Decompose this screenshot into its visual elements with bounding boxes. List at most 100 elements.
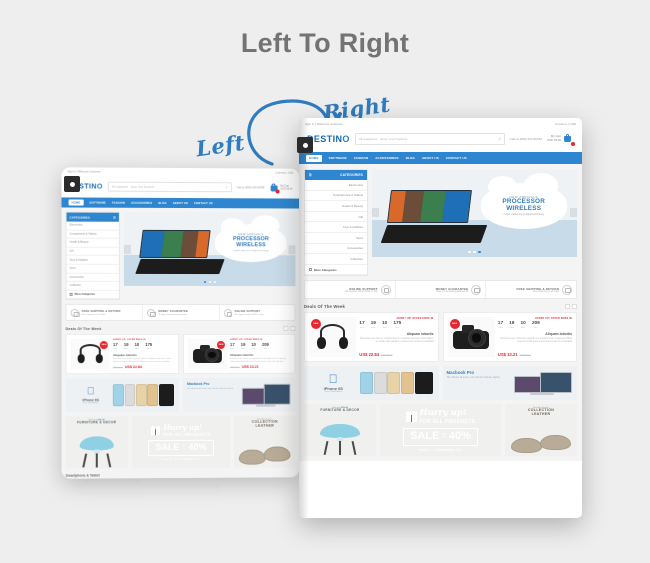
category-item[interactable]: Gift: [67, 247, 119, 256]
promo-macbook[interactable]: Macbook Pro The ultimate all-in-one, now…: [443, 366, 578, 400]
leather-line-2: LEATHER: [234, 425, 295, 429]
right-mockup-rtl[interactable]: Sign In | Welcome Customer Currency | US…: [299, 118, 582, 518]
search-input[interactable]: All Categories Enter Your Keyword ⚲: [108, 182, 232, 193]
cart-widget[interactable]: My Cart USD 29.00: [269, 183, 292, 192]
search-input[interactable]: ⚲ Enter Your Keyword All Categories: [355, 133, 505, 145]
deal-name[interactable]: Aliquam lobortis: [498, 332, 572, 336]
nav-item-accessories[interactable]: ACCESSORIES: [131, 201, 152, 204]
deal-old-price: US$ 28.00: [230, 367, 240, 369]
sale-hurry: Hurry up!: [420, 409, 476, 418]
phone-text: Call us (800) 234-56789: [237, 186, 265, 189]
menu-icon[interactable]: ☰: [309, 173, 312, 177]
nav-item-software[interactable]: SOFTWARE: [89, 201, 106, 204]
nav-item-blog[interactable]: BLOG: [158, 201, 166, 204]
category-more[interactable]: More Categories: [67, 291, 119, 300]
cart-widget[interactable]: My Cart USD 29.00: [547, 134, 574, 145]
category-item[interactable]: Accessories: [67, 273, 119, 282]
promo-sale[interactable]: Hurry up! FOR ALL PRODUCTS SALE UP TO 40…: [380, 404, 501, 456]
right-body: CATEGORIES ☰ Electronics Smartphones & T…: [299, 164, 582, 461]
category-item[interactable]: Electronics: [67, 222, 119, 231]
feature-title: ONLINE SUPPORT: [235, 310, 264, 313]
hero-slider[interactable]: NEW ARRIVALS PROCESSOR WIRELESS modern t…: [372, 169, 577, 257]
promo-leather[interactable]: Best Men Fashion COLLECTION LEATHER: [234, 416, 295, 468]
hero-text-cloud: NEW ARRIVALS PROCESSOR WIRELESS modern t…: [215, 224, 287, 263]
logo-text-tail: O: [342, 134, 349, 144]
nav-item-home[interactable]: HOME: [69, 199, 84, 205]
category-item[interactable]: Smartphones & Tablets: [67, 230, 119, 239]
categories-header[interactable]: CATEGORIES ☰: [305, 170, 367, 180]
category-item[interactable]: Toys & Hobbies: [67, 256, 119, 265]
hero-dots[interactable]: [372, 251, 577, 253]
nav-item-software[interactable]: SOFTWARE: [329, 156, 347, 160]
promo-sale[interactable]: Hurry up! FOR ALL PRODUCTS SALE UP TO 40…: [132, 416, 231, 468]
nav-item-about[interactable]: ABOUT US: [422, 156, 439, 160]
sale-box: SALE UP TO 40%: [148, 440, 213, 456]
category-item[interactable]: Electronics: [305, 180, 367, 191]
categories-header[interactable]: CATEGORIES ☰: [67, 213, 119, 222]
countdown-value: 19: [241, 343, 246, 347]
category-item[interactable]: Health & Beauty: [67, 239, 119, 248]
nav-item-fashion[interactable]: FASHION: [354, 156, 368, 160]
category-item[interactable]: Sport: [67, 265, 119, 274]
promo-iphone[interactable]:  iPhone 6S Rose Gold Edition: [304, 366, 439, 400]
nav-item-contact[interactable]: CONTACT US: [194, 202, 213, 205]
right-nav[interactable]: HOME SOFTWARE FASHION ACCESSORIES BLOG A…: [299, 152, 582, 164]
category-item[interactable]: Collection: [67, 282, 119, 291]
bottom-section-title: Smartphone & Tablet: [66, 474, 100, 478]
deal-name[interactable]: Aliquam lobortis: [113, 353, 174, 357]
category-item[interactable]: Toys & Hobbies: [305, 222, 367, 233]
deals-title: Deals Of The Week: [304, 304, 345, 309]
category-item[interactable]: Accessories: [305, 244, 367, 255]
topbar-right-text: Currency | USD: [555, 122, 576, 126]
deal-card[interactable]: SALE HURRY UP! OFFER ENDS IN 17Days 19Ho…: [443, 312, 578, 362]
categories-panel[interactable]: CATEGORIES ☰ Electronics Smartphones & T…: [66, 212, 120, 301]
category-item[interactable]: Sport: [305, 233, 367, 244]
deal-countdown: 17Days 19Hours 10Mins 175Secs: [359, 322, 433, 329]
logo[interactable]: DESTINO: [307, 134, 350, 144]
promo-furniture[interactable]: Sale up to 30% off FURNITURE & DECOR: [66, 417, 128, 469]
category-more-label: More Categories: [314, 268, 337, 272]
left-mockup-edge-tab[interactable]: [64, 176, 80, 192]
sale-percent: 40%: [449, 431, 471, 442]
categories-panel[interactable]: CATEGORIES ☰ Electronics Smartphones & T…: [304, 169, 368, 276]
hero-slider[interactable]: NEW ARRIVALS PROCESSOR WIRELESS modern t…: [124, 212, 296, 286]
feature-item: FREE SHIPPING & RETURN Free shipping on …: [67, 305, 144, 320]
hero-next-button[interactable]: ›: [570, 208, 577, 217]
cart-icon: [269, 183, 278, 192]
nav-item-about[interactable]: ABOUT US: [173, 201, 188, 204]
category-item[interactable]: Collection: [305, 254, 367, 265]
promo-leather[interactable]: Best Men Fashion COLLECTION LEATHER: [505, 404, 577, 456]
nav-item-home[interactable]: HOME: [306, 155, 322, 162]
deals-carousel-nav[interactable]: [284, 326, 296, 331]
right-mockup-edge-tab[interactable]: [297, 137, 313, 153]
nav-item-blog[interactable]: BLOG: [406, 156, 415, 160]
left-mockup-ltr[interactable]: Sign In | Welcome Customer Currency | US…: [62, 167, 300, 478]
apple-logo-icon: : [70, 387, 112, 397]
promo-iphone[interactable]:  iPhone 6S Rose Gold Edition: [66, 378, 179, 412]
promo-furniture[interactable]: Sale up to 30% off FURNITURE & DECOR: [304, 404, 376, 456]
category-item[interactable]: Health & Beauty: [305, 201, 367, 212]
hero-next-button[interactable]: ›: [288, 245, 295, 254]
deal-card[interactable]: SALE HURRY UP! OFFER ENDS IN 17Days 19Ho…: [66, 334, 179, 374]
search-icon[interactable]: ⚲: [226, 186, 228, 189]
category-item[interactable]: Smartphones & Tablets: [305, 191, 367, 202]
nav-item-accessories[interactable]: ACCESSORIES: [375, 156, 399, 160]
promo-macbook[interactable]: Macbook Pro The ultimate all-in-one, now…: [183, 378, 295, 412]
deal-name[interactable]: Aliquam lobortis: [359, 332, 433, 336]
categories-title: CATEGORIES: [70, 215, 90, 219]
deal-card[interactable]: SALE HURRY UP! OFFER ENDS IN 17Days 19Ho…: [183, 334, 295, 374]
nav-item-fashion[interactable]: FASHION: [112, 201, 125, 204]
menu-icon[interactable]: ☰: [113, 215, 116, 219]
deals-carousel-nav[interactable]: [565, 304, 577, 309]
hero-prev-button[interactable]: ‹: [372, 208, 379, 217]
deal-card[interactable]: SALE HURRY UP! OFFER ENDS IN 17Days 19Ho…: [304, 312, 439, 362]
hero-prev-button[interactable]: ‹: [124, 244, 131, 253]
category-item[interactable]: Gift: [305, 212, 367, 223]
nav-item-contact[interactable]: CONTACT US: [446, 156, 467, 160]
right-header: DESTINO ⚲ Enter Your Keyword All Categor…: [299, 129, 582, 152]
deal-old-price: US$ 45.10: [113, 367, 123, 369]
hero-dots[interactable]: [124, 281, 296, 284]
deal-name[interactable]: Aliquam lobortis: [230, 352, 290, 356]
category-more[interactable]: More Categories: [305, 265, 367, 276]
search-icon[interactable]: ⚲: [498, 137, 500, 141]
